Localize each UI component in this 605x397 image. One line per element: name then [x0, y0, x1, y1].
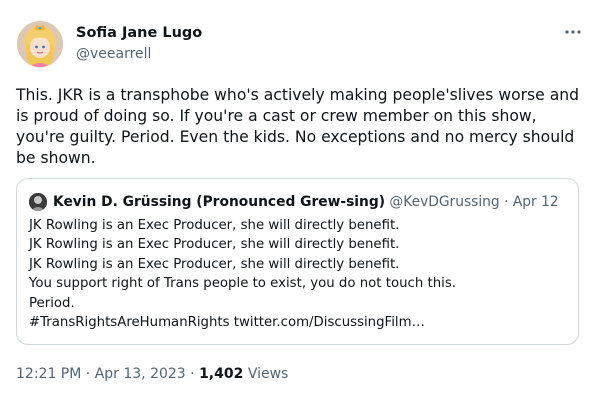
- quoted-line: #TransRightsAreHumanRights twitter.com/D…: [29, 315, 425, 331]
- quoted-line: JK Rowling is an Exec Producer, she will…: [29, 237, 400, 253]
- quoted-author-handle: @KevDGrussing: [389, 194, 500, 210]
- tweet-time: 12:21 PM: [16, 366, 82, 382]
- quoted-author-avatar[interactable]: [29, 193, 47, 211]
- meta-separator: ·: [85, 366, 91, 382]
- tweet[interactable]: Sofia Jane Lugo @veearrell This. JKR is …: [0, 0, 605, 397]
- tweet-text: This. JKR is a transphobe who's actively…: [16, 86, 580, 167]
- views-label: Views: [247, 366, 289, 382]
- tweet-meta: 12:21 PM · Apr 13, 2023 · 1,402 Views: [16, 366, 288, 382]
- quoted-tweet[interactable]: Kevin D. Grüssing (Pronounced Grew-sing)…: [16, 178, 579, 345]
- avatar-princess-icon: [17, 21, 63, 67]
- tweet-timestamp[interactable]: 12:21 PM · Apr 13, 2023: [16, 366, 186, 382]
- quoted-line: Period.: [29, 295, 75, 311]
- quoted-separator: ·: [504, 194, 509, 210]
- quoted-line: JK Rowling is an Exec Producer, she will…: [29, 256, 400, 272]
- quoted-line: You support right of Trans people to exi…: [29, 276, 456, 292]
- avatar-icon: [29, 193, 47, 211]
- author-name[interactable]: Sofia Jane Lugo: [76, 25, 202, 41]
- more-options-button[interactable]: [562, 24, 584, 40]
- author-handle[interactable]: @veearrell: [76, 46, 151, 62]
- quoted-header: Kevin D. Grüssing (Pronounced Grew-sing)…: [53, 193, 559, 211]
- more-options-icon: [565, 30, 581, 34]
- meta-separator: ·: [190, 366, 195, 382]
- tweet-date: Apr 13, 2023: [94, 366, 186, 382]
- quoted-author-name: Kevin D. Grüssing (Pronounced Grew-sing): [53, 194, 386, 210]
- quoted-date: Apr 12: [512, 194, 559, 210]
- views-count: 1,402: [199, 366, 244, 382]
- author-avatar[interactable]: [17, 21, 63, 67]
- quoted-line: JK Rowling is an Exec Producer, she will…: [29, 218, 400, 233]
- quoted-text: JK Rowling is an Exec Producer, she will…: [29, 216, 569, 332]
